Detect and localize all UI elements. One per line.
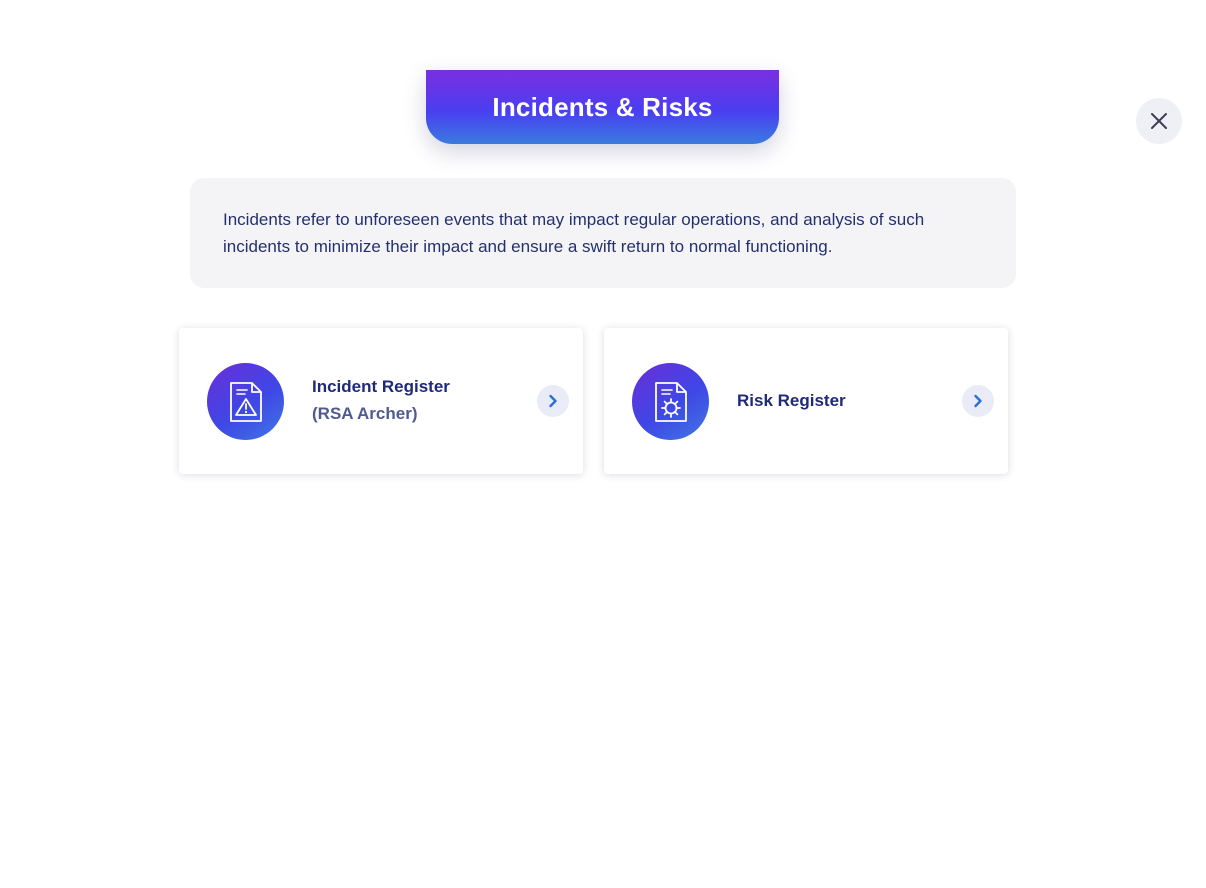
- incident-register-icon-badge: [207, 363, 284, 440]
- risk-register-label: Risk Register: [737, 387, 846, 414]
- description-text: Incidents refer to unforeseen events tha…: [223, 210, 925, 256]
- incident-register-label: Incident Register (RSA Archer): [312, 373, 450, 427]
- page-title-banner: Incidents & Risks: [426, 70, 779, 144]
- incident-register-open-button[interactable]: [537, 385, 569, 417]
- document-gear-icon: [654, 381, 687, 422]
- chevron-right-icon: [974, 394, 982, 408]
- card-subtitle: (RSA Archer): [312, 404, 418, 423]
- page-title: Incidents & Risks: [492, 91, 713, 122]
- risk-register-open-button[interactable]: [962, 385, 994, 417]
- close-icon: [1151, 113, 1167, 129]
- card-title: Incident Register: [312, 377, 450, 396]
- document-warning-icon: [229, 381, 262, 422]
- risk-register-card[interactable]: Risk Register: [604, 328, 1008, 474]
- risk-register-icon-badge: [632, 363, 709, 440]
- incident-register-card[interactable]: Incident Register (RSA Archer): [179, 328, 583, 474]
- description-panel: Incidents refer to unforeseen events tha…: [190, 178, 1016, 288]
- close-button[interactable]: [1136, 98, 1182, 144]
- chevron-right-icon: [549, 394, 557, 408]
- card-title: Risk Register: [737, 391, 846, 410]
